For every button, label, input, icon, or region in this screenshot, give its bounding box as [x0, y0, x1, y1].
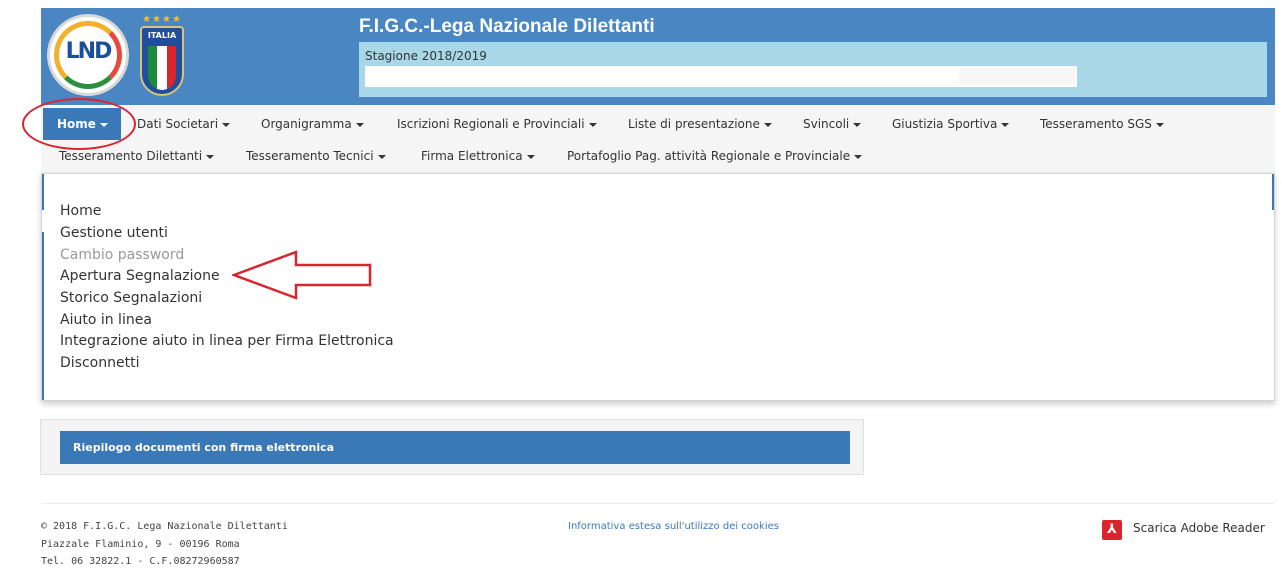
nav-label: Iscrizioni Regionali e Provinciali: [397, 117, 585, 131]
caret-down-icon: [1001, 122, 1010, 127]
footer-contacts: Tel. 06 32822.1 - C.F.08272960587: [41, 556, 240, 567]
site-header: LND ★★★★ ITALIA F.I.G.C.-Lega Nazionale …: [41, 8, 1275, 105]
menu-item-storico-segnalazioni[interactable]: Storico Segnalazioni: [60, 290, 202, 306]
redacted-area: [959, 68, 1075, 84]
nav-tesseramento-dilettanti[interactable]: Tesseramento Dilettanti: [59, 149, 215, 163]
nav-iscrizioni[interactable]: Iscrizioni Regionali e Provinciali: [397, 117, 597, 131]
menu-item-home[interactable]: Home: [60, 203, 101, 219]
italia-logo-text: ITALIA: [147, 31, 177, 40]
footer-copyright: © 2018 F.I.G.C. Lega Nazionale Dilettant…: [41, 521, 288, 532]
nav-svincoli[interactable]: Svincoli: [803, 117, 862, 131]
main-nav: Home Dati Societari Organigramma Iscrizi…: [41, 105, 1275, 173]
nav-label: Tesseramento Dilettanti: [59, 149, 203, 163]
caret-down-icon: [526, 154, 535, 159]
caret-down-icon: [206, 154, 215, 159]
nav-firma-elettronica[interactable]: Firma Elettronica: [421, 149, 535, 163]
adobe-pdf-icon[interactable]: ⅄: [1102, 520, 1122, 540]
home-dropdown-menu: Home Gestione utenti Cambio password Ape…: [41, 173, 1275, 401]
nav-label: Tesseramento Tecnici: [246, 149, 374, 163]
nav-label: Giustizia Sportiva: [892, 117, 998, 131]
nav-label: Portafoglio Pag. attività Regionale e Pr…: [567, 149, 851, 163]
caret-down-icon: [854, 154, 863, 159]
site-title: F.I.G.C.-Lega Nazionale Dilettanti: [359, 16, 655, 37]
caret-down-icon: [377, 154, 386, 159]
cookies-policy-link[interactable]: Informativa estesa sull'utilizzo dei coo…: [568, 521, 779, 532]
lnd-logo-text: LND: [65, 39, 113, 64]
nav-label: Dati Societari: [137, 117, 219, 131]
adobe-reader-link[interactable]: Scarica Adobe Reader: [1133, 521, 1265, 535]
caret-down-icon: [222, 122, 231, 127]
menu-item-aiuto-in-linea[interactable]: Aiuto in linea: [60, 312, 152, 328]
caret-down-icon: [763, 122, 772, 127]
menu-item-gestione-utenti[interactable]: Gestione utenti: [60, 225, 168, 241]
nav-label: Tesseramento SGS: [1040, 117, 1152, 131]
highlight-circle-annotation: [22, 98, 136, 150]
caret-down-icon: [588, 122, 597, 127]
nav-label: Firma Elettronica: [421, 149, 523, 163]
arrow-left-icon: [232, 250, 372, 300]
menu-item-aiuto-firma-elettronica[interactable]: Integrazione aiuto in linea per Firma El…: [60, 333, 394, 349]
footer-divider: [41, 503, 1275, 504]
caret-down-icon: [853, 122, 862, 127]
nav-label: Organigramma: [261, 117, 352, 131]
menu-item-disconnetti[interactable]: Disconnetti: [60, 355, 139, 371]
footer-address: Piazzale Flaminio, 9 - 00196 Roma: [41, 539, 240, 550]
caret-down-icon: [355, 122, 364, 127]
riepilogo-panel: Riepilogo documenti con firma elettronic…: [40, 419, 864, 475]
nav-tesseramento-sgs[interactable]: Tesseramento SGS: [1040, 117, 1164, 131]
nav-dati-societari[interactable]: Dati Societari: [137, 117, 231, 131]
menu-item-cambio-password: Cambio password: [60, 247, 185, 263]
nav-organigramma[interactable]: Organigramma: [261, 117, 364, 131]
nav-label: Liste di presentazione: [628, 117, 760, 131]
season-label: Stagione 2018/2019: [365, 49, 487, 63]
nav-label: Svincoli: [803, 117, 850, 131]
nav-tesseramento-tecnici[interactable]: Tesseramento Tecnici: [246, 149, 386, 163]
season-box: Stagione 2018/2019: [359, 42, 1267, 97]
menu-item-apertura-segnalazione[interactable]: Apertura Segnalazione: [60, 268, 220, 284]
caret-down-icon: [1155, 122, 1164, 127]
nav-giustizia-sportiva[interactable]: Giustizia Sportiva: [892, 117, 1010, 131]
lnd-logo: LND: [47, 14, 129, 96]
nav-portafoglio[interactable]: Portafoglio Pag. attività Regionale e Pr…: [567, 149, 863, 163]
italia-logo: ★★★★ ITALIA: [137, 14, 187, 98]
riepilogo-button[interactable]: Riepilogo documenti con firma elettronic…: [60, 431, 850, 464]
nav-liste-presentazione[interactable]: Liste di presentazione: [628, 117, 772, 131]
